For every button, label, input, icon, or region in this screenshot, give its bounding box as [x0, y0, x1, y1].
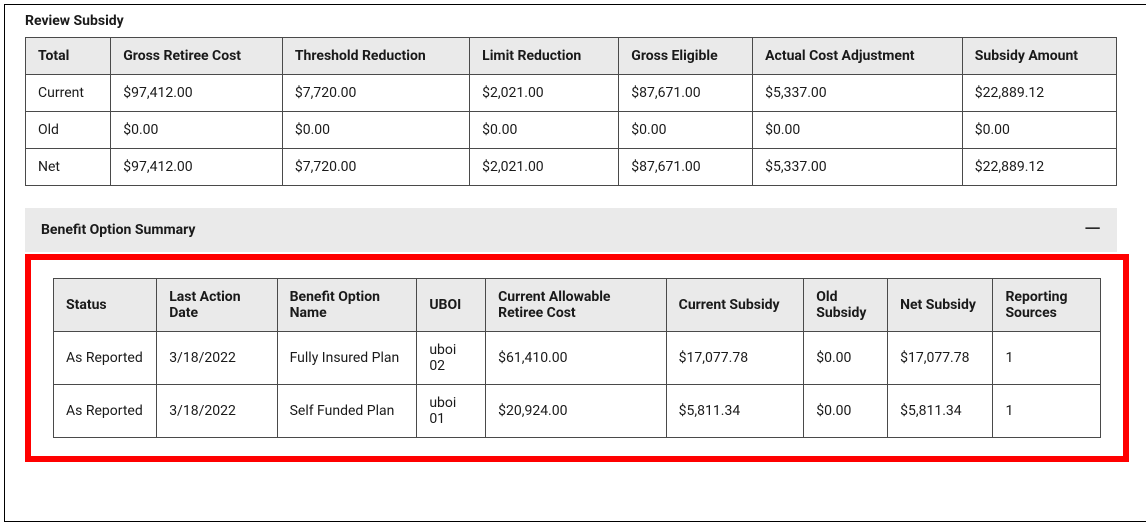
highlighted-region: Status Last Action Date Benefit Option N… [25, 254, 1129, 462]
col-status: Status [54, 279, 157, 332]
cell-date: 3/18/2022 [157, 385, 277, 438]
col-gross-retiree-cost: Gross Retiree Cost [111, 38, 283, 75]
benefit-option-summary-header[interactable]: Benefit Option Summary — [25, 208, 1117, 252]
cell: $7,720.00 [282, 149, 469, 186]
col-threshold-reduction: Threshold Reduction [282, 38, 469, 75]
cell-osub: $0.00 [804, 332, 888, 385]
table-row: As Reported 3/18/2022 Fully Insured Plan… [54, 332, 1101, 385]
cell: $0.00 [111, 112, 283, 149]
col-reporting-sources: Reporting Sources [993, 279, 1101, 332]
cell-rep: 1 [993, 385, 1101, 438]
row-label: Current [26, 75, 111, 112]
col-old-subsidy: Old Subsidy [804, 279, 888, 332]
cell-carc: $20,924.00 [486, 385, 667, 438]
col-gross-eligible: Gross Eligible [619, 38, 753, 75]
cell: $0.00 [470, 112, 619, 149]
table-row: As Reported 3/18/2022 Self Funded Plan u… [54, 385, 1101, 438]
cell-name: Fully Insured Plan [277, 332, 417, 385]
table-row: Old $0.00 $0.00 $0.00 $0.00 $0.00 $0.00 [26, 112, 1117, 149]
col-current-allowable-retiree-cost: Current Allowable Retiree Cost [486, 279, 667, 332]
cell: $87,671.00 [619, 75, 753, 112]
col-last-action-date: Last Action Date [157, 279, 277, 332]
cell-rep: 1 [993, 332, 1101, 385]
cell: $97,412.00 [111, 75, 283, 112]
col-current-subsidy: Current Subsidy [666, 279, 804, 332]
cell-status: As Reported [54, 385, 157, 438]
review-subsidy-table: Total Gross Retiree Cost Threshold Reduc… [25, 37, 1117, 186]
table-header-row: Total Gross Retiree Cost Threshold Reduc… [26, 38, 1117, 75]
cell-csub: $5,811.34 [666, 385, 804, 438]
cell: $87,671.00 [619, 149, 753, 186]
cell: $2,021.00 [470, 75, 619, 112]
cell-csub: $17,077.78 [666, 332, 804, 385]
cell-uboi: uboi 01 [417, 385, 486, 438]
review-subsidy-title: Review Subsidy [25, 13, 1129, 29]
row-label: Old [26, 112, 111, 149]
cell: $0.00 [282, 112, 469, 149]
col-benefit-option-name: Benefit Option Name [277, 279, 417, 332]
cell: $0.00 [619, 112, 753, 149]
cell-carc: $61,410.00 [486, 332, 667, 385]
table-header-row: Status Last Action Date Benefit Option N… [54, 279, 1101, 332]
row-label: Net [26, 149, 111, 186]
col-uboi: UBOI [417, 279, 486, 332]
cell: $22,889.12 [962, 149, 1116, 186]
cell: $2,021.00 [470, 149, 619, 186]
cell: $0.00 [753, 112, 963, 149]
cell: $0.00 [962, 112, 1116, 149]
table-row: Net $97,412.00 $7,720.00 $2,021.00 $87,6… [26, 149, 1117, 186]
cell: $5,337.00 [753, 149, 963, 186]
cell: $97,412.00 [111, 149, 283, 186]
cell-status: As Reported [54, 332, 157, 385]
page-frame: Review Subsidy Total Gross Retiree Cost … [4, 4, 1146, 522]
accordion-title: Benefit Option Summary [41, 222, 195, 238]
col-total: Total [26, 38, 111, 75]
table-row: Current $97,412.00 $7,720.00 $2,021.00 $… [26, 75, 1117, 112]
cell-nsub: $17,077.78 [888, 332, 993, 385]
cell: $22,889.12 [962, 75, 1116, 112]
cell: $7,720.00 [282, 75, 469, 112]
col-subsidy-amount: Subsidy Amount [962, 38, 1116, 75]
cell-osub: $0.00 [804, 385, 888, 438]
col-limit-reduction: Limit Reduction [470, 38, 619, 75]
cell-date: 3/18/2022 [157, 332, 277, 385]
col-actual-cost-adjustment: Actual Cost Adjustment [753, 38, 963, 75]
col-net-subsidy: Net Subsidy [888, 279, 993, 332]
cell-nsub: $5,811.34 [888, 385, 993, 438]
collapse-icon: — [1084, 223, 1101, 237]
cell: $5,337.00 [753, 75, 963, 112]
cell-uboi: uboi 02 [417, 332, 486, 385]
cell-name: Self Funded Plan [277, 385, 417, 438]
benefit-option-summary-table: Status Last Action Date Benefit Option N… [53, 278, 1101, 438]
